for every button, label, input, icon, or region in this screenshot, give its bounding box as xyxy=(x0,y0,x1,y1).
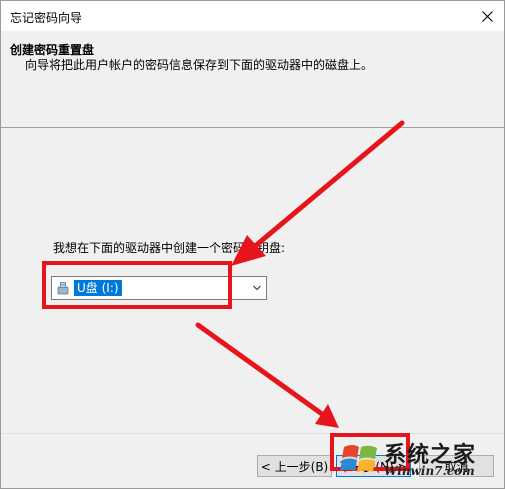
password-reset-wizard-window: 忘记密码向导 创建密码重置盘 向导将把此用户帐户的密码信息保存到下面的驱动器中的… xyxy=(0,0,505,489)
wizard-header: 创建密码重置盘 向导将把此用户帐户的密码信息保存到下面的驱动器中的磁盘上。 xyxy=(1,31,504,128)
drive-dropdown[interactable]: U盘 (I:) xyxy=(51,276,267,300)
back-button[interactable]: < 上一步(B) xyxy=(257,455,332,477)
title-bar: 忘记密码向导 xyxy=(1,1,504,31)
wizard-body: 我想在下面的驱动器中创建一个密码密钥盘: U盘 (I:) xyxy=(1,129,504,433)
usb-drive-icon xyxy=(57,282,69,295)
close-button[interactable] xyxy=(472,1,502,31)
page-description: 向导将把此用户帐户的密码信息保存到下面的驱动器中的磁盘上。 xyxy=(25,58,374,72)
window-title: 忘记密码向导 xyxy=(10,11,83,25)
close-icon xyxy=(481,10,493,22)
watermark-url: Winwin7.com xyxy=(384,464,475,478)
windows-logo-icon xyxy=(340,445,377,472)
drive-prompt-label: 我想在下面的驱动器中创建一个密码密钥盘: xyxy=(53,241,286,255)
drive-dropdown-value: U盘 (I:) xyxy=(74,280,122,296)
chevron-down-icon[interactable] xyxy=(251,282,263,294)
watermark-logo: 系统之家 Winwin7.com xyxy=(336,433,502,487)
